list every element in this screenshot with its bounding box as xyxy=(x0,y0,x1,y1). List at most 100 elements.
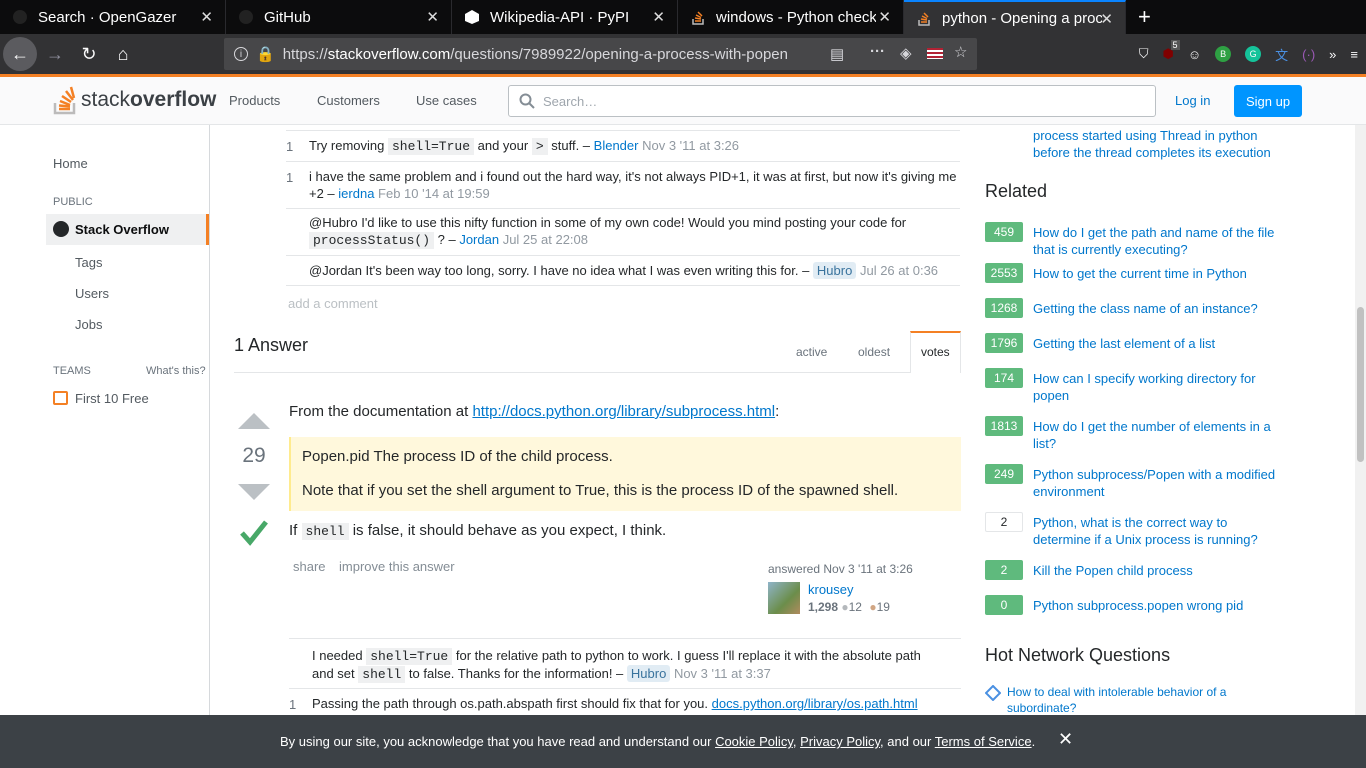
downvote-icon[interactable] xyxy=(237,482,271,502)
vote-count: 29 xyxy=(242,444,266,467)
pocket-icon[interactable]: ◈ xyxy=(900,44,912,62)
search-input[interactable]: Search… xyxy=(508,85,1156,117)
site-logo[interactable]: stack overflow xyxy=(53,85,216,115)
signup-button[interactable]: Sign up xyxy=(1234,85,1302,117)
extension-icon[interactable]: (·) xyxy=(1302,47,1315,62)
sidebar-item-first-free[interactable]: First 10 Free xyxy=(75,391,149,406)
cookie-policy-link[interactable]: Cookie Policy xyxy=(715,734,793,749)
comment-link[interactable]: docs.python.org/library/os.path.html xyxy=(712,696,918,711)
ublock-icon[interactable]: ⬢ 5 xyxy=(1163,40,1180,62)
tab-opengazer[interactable]: Search · OpenGazer ✕ xyxy=(0,0,226,34)
tab-votes[interactable]: votes xyxy=(910,331,961,373)
related-question-link[interactable]: How do I get the number of elements in a… xyxy=(1033,418,1283,452)
related-question-link[interactable]: Getting the class name of an instance? xyxy=(1033,300,1283,317)
author-name[interactable]: krousey xyxy=(808,582,854,597)
doc-link[interactable]: http://docs.python.org/library/subproces… xyxy=(472,403,775,420)
comment-user[interactable]: ierdna xyxy=(338,186,374,201)
scrollbar-thumb[interactable] xyxy=(1357,307,1364,462)
close-icon[interactable]: ✕ xyxy=(1100,10,1113,28)
comment-date[interactable]: Jul 25 at 22:08 xyxy=(503,232,588,247)
github-icon xyxy=(12,9,28,25)
tab-pypi[interactable]: Wikipedia-API · PyPI ✕ xyxy=(452,0,678,34)
tab-windows-python[interactable]: windows - Python check i ✕ xyxy=(678,0,904,34)
comment: 1 i have the same problem and i found ou… xyxy=(286,161,960,208)
quote-line-2: Note that if you set the shell argument … xyxy=(302,482,899,499)
linked-question-link[interactable]: process started using Thread in python b… xyxy=(1033,127,1283,161)
flag-icon xyxy=(927,48,943,59)
url-bar[interactable]: i 🔒 https://stackoverflow.com/questions/… xyxy=(224,38,977,70)
workplace-site-icon xyxy=(985,685,1001,701)
forward-icon[interactable]: → xyxy=(39,38,71,70)
close-icon[interactable]: ✕ xyxy=(426,8,439,26)
home-icon[interactable]: ⌂ xyxy=(107,38,139,70)
sidebar-label-stackoverflow: Stack Overflow xyxy=(75,222,169,237)
tab-github[interactable]: GitHub ✕ xyxy=(226,0,452,34)
back-icon[interactable]: ← xyxy=(3,37,37,71)
related-question-link[interactable]: Python, what is the correct way to deter… xyxy=(1033,514,1283,548)
answer-count-badge: 0 xyxy=(985,595,1023,615)
sidebar-item-users[interactable]: Users xyxy=(75,286,109,301)
bookmark-star-icon[interactable]: ☆ xyxy=(954,43,967,61)
related-question-link[interactable]: How can I specify working directory for … xyxy=(1033,370,1283,404)
avatar[interactable] xyxy=(768,582,800,614)
translate-icon[interactable]: 文 xyxy=(1275,45,1288,64)
terms-link[interactable]: Terms of Service xyxy=(935,734,1032,749)
globe-icon xyxy=(53,221,69,237)
related-question-link[interactable]: Getting the last element of a list xyxy=(1033,335,1283,352)
tab-python-opening[interactable]: python - Opening a proce ✕ xyxy=(904,0,1126,34)
comment-user[interactable]: Blender xyxy=(594,138,639,153)
bronze-count: 19 xyxy=(876,600,890,614)
grammarly-icon[interactable]: G xyxy=(1245,46,1262,62)
comment-user[interactable]: Hubro xyxy=(626,665,671,682)
more-actions-icon[interactable]: ··· xyxy=(870,43,885,60)
nav-products[interactable]: Products xyxy=(229,93,280,108)
shield-icon[interactable]: ⛉ xyxy=(1139,46,1149,62)
comment-date[interactable]: Feb 10 '14 at 19:59 xyxy=(378,186,490,201)
comment-body: Passing the path through os.path.abspath… xyxy=(312,696,918,711)
sidebar-teams-label: TEAMS xyxy=(53,365,91,377)
add-comment-link[interactable]: add a comment xyxy=(288,296,378,311)
sidebar-item-jobs[interactable]: Jobs xyxy=(75,317,102,332)
menu-icon[interactable]: ≡ xyxy=(1350,47,1358,62)
tab-title: windows - Python check i xyxy=(716,8,876,26)
comment-user[interactable]: Hubro xyxy=(812,262,857,279)
upvote-icon[interactable] xyxy=(237,411,271,431)
nav-customers[interactable]: Customers xyxy=(317,93,380,108)
close-icon[interactable]: ✕ xyxy=(200,8,213,26)
login-link[interactable]: Log in xyxy=(1175,93,1210,108)
new-tab-icon[interactable]: + xyxy=(1126,0,1151,34)
emoji-icon[interactable]: ☺ xyxy=(1188,47,1201,62)
extension-b-icon[interactable]: B xyxy=(1215,46,1232,62)
related-question-link[interactable]: Python subprocess/Popen with a modified … xyxy=(1033,466,1283,500)
reader-view-icon[interactable]: ▤ xyxy=(830,45,844,63)
comment-date[interactable]: Nov 3 '11 at 3:37 xyxy=(674,666,771,681)
nav-use-cases[interactable]: Use cases xyxy=(416,93,477,108)
sidebar-item-home[interactable]: Home xyxy=(53,156,88,171)
close-icon[interactable]: ✕ xyxy=(652,8,665,26)
comment-date[interactable]: Nov 3 '11 at 3:26 xyxy=(642,138,739,153)
related-question-link[interactable]: How do I get the path and name of the fi… xyxy=(1033,224,1283,258)
related-question-link[interactable]: Kill the Popen child process xyxy=(1033,562,1283,579)
share-link[interactable]: share xyxy=(293,559,326,574)
url-path: /questions/7989922/opening-a-process-wit… xyxy=(450,45,788,63)
tab-active[interactable]: active xyxy=(796,345,827,359)
reload-icon[interactable]: ↻ xyxy=(73,38,105,70)
overflow-icon[interactable]: » xyxy=(1329,47,1336,62)
answer-count-badge: 2 xyxy=(985,560,1023,580)
whats-this-link[interactable]: What's this? xyxy=(146,365,206,377)
tab-oldest[interactable]: oldest xyxy=(858,345,890,359)
answer-count-badge: 1813 xyxy=(985,416,1023,436)
privacy-policy-link[interactable]: Privacy Policy xyxy=(800,734,880,749)
info-icon[interactable]: i xyxy=(234,47,248,61)
pypi-icon xyxy=(464,9,480,25)
comment-date[interactable]: Jul 26 at 0:36 xyxy=(860,263,938,278)
close-icon[interactable]: ✕ xyxy=(1058,729,1073,750)
close-icon[interactable]: ✕ xyxy=(878,8,891,26)
sidebar-item-tags[interactable]: Tags xyxy=(75,255,102,270)
improve-answer-link[interactable]: improve this answer xyxy=(339,559,455,574)
hot-question-link[interactable]: How to deal with intolerable behavior of… xyxy=(1007,684,1247,716)
comment-user[interactable]: Jordan xyxy=(459,232,499,247)
cookie-text: By using our site, you acknowledge that … xyxy=(280,734,1036,749)
related-question-link[interactable]: Python subprocess.popen wrong pid xyxy=(1033,597,1283,614)
related-question-link[interactable]: How to get the current time in Python xyxy=(1033,265,1283,282)
